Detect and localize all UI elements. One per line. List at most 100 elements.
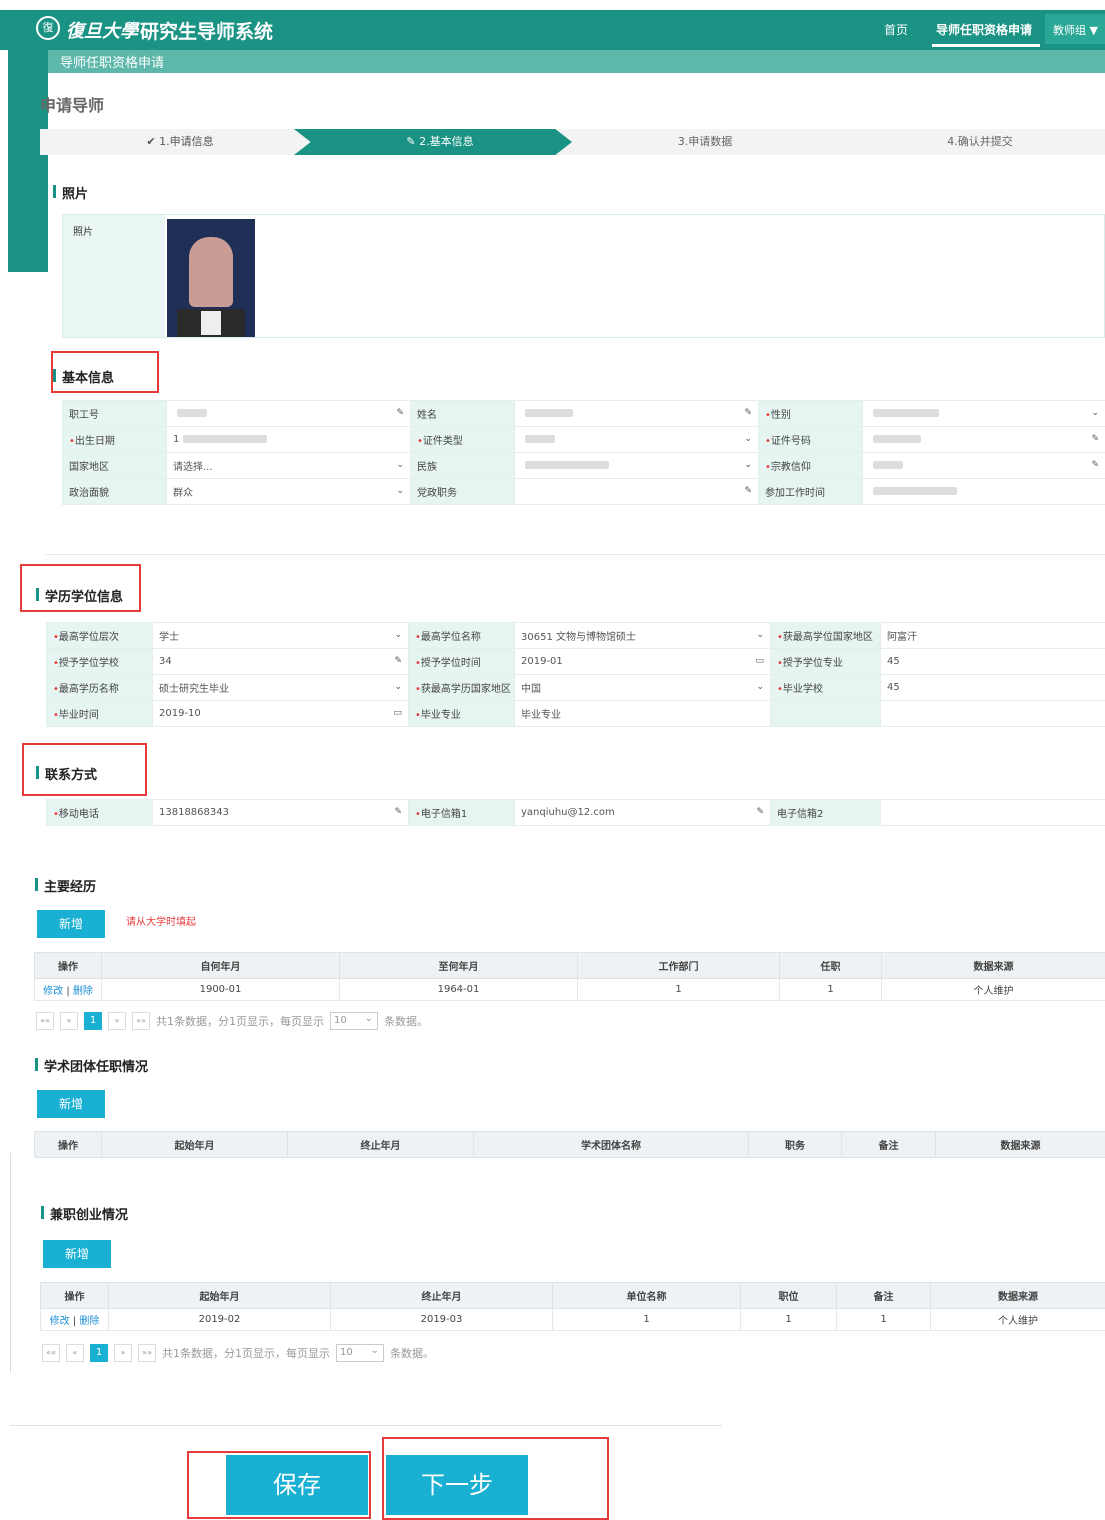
dropdown-icon[interactable]: ⌄ [744,460,752,470]
experience-add-button[interactable]: 新增 [37,910,105,938]
parttime-pager: «« «1»»» 共1条数据，分1页显示，每页显示 10 ⌄ 条数据。 [42,1344,434,1362]
edu-field[interactable]: 阿富汗 [880,622,1105,649]
basic-label-text: 性别 [770,410,791,421]
delete-link[interactable]: 删除 [70,986,93,997]
redacted-value [183,435,268,443]
pager-suffix: 条数据。 [390,1347,434,1360]
experience-cell[interactable]: 修改 | 删除 [34,978,102,1001]
dropdown-icon[interactable]: ⌄ [396,486,404,496]
basic-field[interactable] [862,478,1105,505]
step-4[interactable]: 4.确认并提交 [870,129,1090,155]
nav-home[interactable]: 首页 [884,21,908,38]
basic-field[interactable]: ⌄ [862,400,1105,427]
academic-add-button[interactable]: 新增 [37,1090,105,1118]
edu-field[interactable]: 30651 文物与博物馆硕士 ⌄ [514,622,771,649]
basic-field[interactable]: ✎ [514,400,759,427]
basic-field[interactable]: 请选择... ⌄ [166,452,411,479]
nav-tutor-application[interactable]: 导师任职资格申请 [936,21,1032,38]
prev-page-button[interactable]: « [66,1344,84,1362]
edu-field[interactable]: 45 [880,648,1105,675]
basic-field[interactable]: ✎ [862,452,1105,479]
profile-photo[interactable] [167,219,255,337]
basic-field[interactable]: ⌄ [514,452,759,479]
last-page-button[interactable]: »» [132,1012,150,1030]
step-3[interactable]: 3.申请数据 [600,129,810,155]
edit-link[interactable]: 修改 [50,1316,73,1327]
edu-field[interactable] [880,700,1105,727]
parttime-table-row: 修改 | 删除 2019-02 2019-03 1 1 1 个人维护 [40,1308,1105,1331]
basic-field[interactable]: ⌄ [514,426,759,453]
page-1-button[interactable]: 1 [90,1344,108,1362]
edu-field[interactable]: 中国 ⌄ [514,674,771,701]
edu-field[interactable]: 2019-01 ▭ [514,648,771,675]
edu-field-value: 30651 文物与博物馆硕士 [521,632,636,643]
first-page-button[interactable]: «« [42,1344,60,1362]
experience-hint: 请从大学时填起 [126,917,196,928]
dropdown-icon[interactable]: ⌄ [396,460,404,470]
edit-icon[interactable]: ✎ [394,656,402,666]
dropdown-icon[interactable]: ⌄ [756,682,764,692]
parttime-add-button[interactable]: 新增 [43,1240,111,1268]
edu-field-value: 中国 [521,684,541,695]
edit-icon[interactable]: ✎ [744,486,752,496]
contact-field[interactable]: yanqiuhu@12.com ✎ [514,799,771,826]
edit-link[interactable]: 修改 [43,986,66,997]
dropdown-icon[interactable]: ⌄ [394,682,402,692]
contact-field[interactable] [880,799,1105,826]
edit-icon[interactable]: ✎ [756,807,764,817]
first-page-button[interactable]: «« [36,1012,54,1030]
edit-icon[interactable]: ✎ [396,408,404,418]
edit-icon[interactable]: ✎ [1091,460,1099,470]
university-seal-icon: 復 [36,16,60,40]
page-size-select[interactable]: 10 ⌄ [330,1012,378,1030]
next-page-button[interactable]: » [114,1344,132,1362]
basic-label: •证件号码 [758,426,863,453]
basic-info-form: 职工号 ✎ 姓名 ✎ •性别 ⌄ •出生日期 1 •证件类型 ⌄ •证件号码 ✎ 国家地区 请选择... ⌄… [62,400,1105,505]
step-2[interactable]: ✎ 2.基本信息 [340,129,540,155]
edu-field[interactable]: 45 [880,674,1105,701]
user-menu[interactable]: 教师组 ▼ [1045,14,1105,44]
edu-field[interactable]: 2019-10 ▭ [152,700,409,727]
contact-field[interactable]: 13818868343 ✎ [152,799,409,826]
delete-link[interactable]: 删除 [76,1316,99,1327]
edu-field[interactable]: 毕业专业 [514,700,771,727]
edu-field-value: 阿富汗 [887,632,917,643]
edit-icon[interactable]: ✎ [394,807,402,817]
next-step-button[interactable]: 下一步 [386,1455,528,1515]
calendar-icon[interactable]: ▭ [393,708,402,718]
save-button[interactable]: 保存 [226,1455,368,1515]
basic-field[interactable]: 1 [166,426,411,453]
page-title: 申请导师 [40,96,105,115]
experience-column-header: 操作 [34,952,102,979]
calendar-icon[interactable]: ▭ [755,656,764,666]
basic-field[interactable]: 群众 ⌄ [166,478,411,505]
basic-label: 姓名 [410,400,515,427]
next-page-button[interactable]: » [108,1012,126,1030]
dropdown-icon[interactable]: ⌄ [394,630,402,640]
dropdown-icon[interactable]: ⌄ [1091,408,1099,418]
parttime-column-header: 起始年月 [108,1282,331,1309]
dropdown-icon[interactable]: ⌄ [744,434,752,444]
edu-field[interactable]: 硕士研究生毕业 ⌄ [152,674,409,701]
edu-field[interactable]: 34 ✎ [152,648,409,675]
page-size-select[interactable]: 10 ⌄ [336,1344,384,1362]
edu-field[interactable]: 学士 ⌄ [152,622,409,649]
page-1-button[interactable]: 1 [84,1012,102,1030]
edit-icon[interactable]: ✎ [1091,434,1099,444]
basic-field[interactable]: ✎ [862,426,1105,453]
edit-icon[interactable]: ✎ [744,408,752,418]
dropdown-icon[interactable]: ⌄ [756,630,764,640]
step-1[interactable]: ✔ 1.申请信息 [100,129,260,155]
basic-label-text: 民族 [417,462,437,473]
basic-label: •宗教信仰 [758,452,863,479]
parttime-cell[interactable]: 修改 | 删除 [40,1308,109,1331]
parttime-column-header: 终止年月 [330,1282,553,1309]
basic-label-text: 证件号码 [770,436,811,447]
redacted-value [525,435,555,443]
basic-field[interactable]: ✎ [166,400,411,427]
basic-field[interactable]: ✎ [514,478,759,505]
redacted-value [525,409,573,417]
prev-page-button[interactable]: « [60,1012,78,1030]
last-page-button[interactable]: »» [138,1344,156,1362]
basic-label: 民族 [410,452,515,479]
